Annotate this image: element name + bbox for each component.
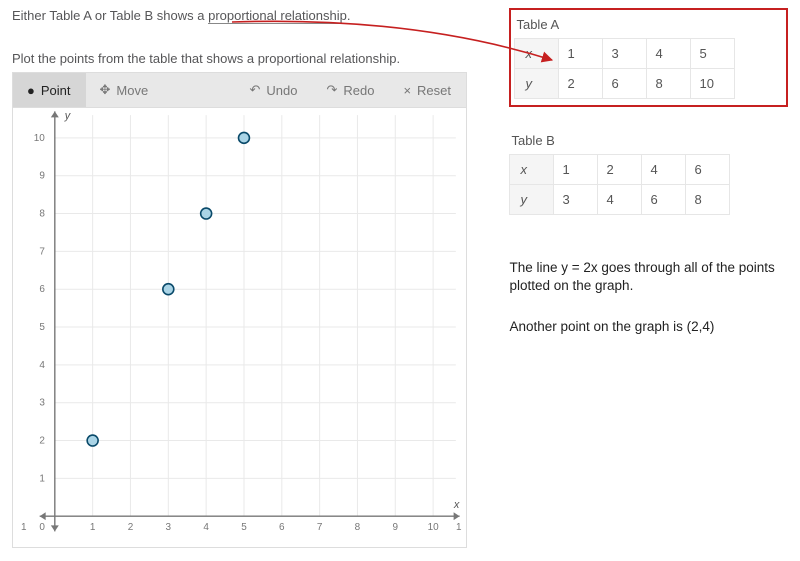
explanation-2: Another point on the graph is (2,4) bbox=[509, 319, 788, 334]
table-row: x 1 3 4 5 bbox=[515, 39, 735, 69]
q1-text-b: . bbox=[347, 8, 351, 23]
table-a-box: Table A x 1 3 4 5 y 2 6 8 10 bbox=[509, 8, 788, 107]
svg-text:3: 3 bbox=[39, 398, 45, 409]
redo-button[interactable]: ↷ Redo bbox=[312, 73, 389, 107]
svg-text:7: 7 bbox=[39, 246, 45, 257]
svg-text:7: 7 bbox=[317, 522, 323, 533]
svg-text:1: 1 bbox=[456, 522, 462, 533]
svg-text:0: 0 bbox=[39, 522, 45, 533]
table-b-y2: 6 bbox=[642, 185, 686, 215]
redo-icon: ↷ bbox=[326, 82, 337, 98]
plot-toolbar: ● Point ✥ Move ↶ Undo ↷ Redo × Reset bbox=[12, 72, 467, 108]
svg-text:10: 10 bbox=[34, 133, 46, 144]
reset-label: Reset bbox=[417, 83, 451, 98]
svg-text:x: x bbox=[453, 499, 460, 511]
svg-text:8: 8 bbox=[355, 522, 361, 533]
table-b-y-label: y bbox=[510, 185, 554, 215]
svg-text:y: y bbox=[64, 110, 72, 122]
svg-text:2: 2 bbox=[39, 436, 45, 447]
undo-button[interactable]: ↶ Undo bbox=[235, 73, 312, 107]
table-row: y 2 6 8 10 bbox=[515, 69, 735, 99]
table-b-title: Table B bbox=[511, 133, 788, 148]
table-row: y 3 4 6 8 bbox=[510, 185, 730, 215]
table-a-y1: 6 bbox=[603, 69, 647, 99]
svg-text:6: 6 bbox=[39, 284, 45, 295]
explanation-1: The line y = 2x goes through all of the … bbox=[509, 259, 788, 295]
table-row: x 1 2 4 6 bbox=[510, 155, 730, 185]
q1-underline: proportional relationship bbox=[208, 8, 347, 24]
svg-text:1: 1 bbox=[39, 473, 45, 484]
svg-text:10: 10 bbox=[428, 522, 440, 533]
table-a-y2: 8 bbox=[647, 69, 691, 99]
table-b-box: Table B x 1 2 4 6 y 3 4 6 8 bbox=[509, 133, 788, 215]
svg-text:2: 2 bbox=[128, 522, 134, 533]
svg-text:8: 8 bbox=[39, 209, 45, 220]
point-label: Point bbox=[41, 83, 71, 98]
table-b-x2: 4 bbox=[642, 155, 686, 185]
svg-text:9: 9 bbox=[393, 522, 399, 533]
table-b-x-label: x bbox=[510, 155, 554, 185]
svg-text:4: 4 bbox=[203, 522, 209, 533]
undo-icon: ↶ bbox=[249, 82, 260, 98]
table-b-x0: 1 bbox=[554, 155, 598, 185]
reset-button[interactable]: × Reset bbox=[389, 73, 466, 107]
move-label: Move bbox=[116, 83, 148, 98]
point-icon: ● bbox=[27, 83, 35, 98]
table-a: x 1 3 4 5 y 2 6 8 10 bbox=[514, 38, 735, 99]
table-b-y1: 4 bbox=[598, 185, 642, 215]
table-a-y0: 2 bbox=[559, 69, 603, 99]
table-b: x 1 2 4 6 y 3 4 6 8 bbox=[509, 154, 730, 215]
question-line-2: Plot the points from the table that show… bbox=[12, 51, 489, 66]
table-a-title: Table A bbox=[516, 17, 783, 32]
svg-text:1: 1 bbox=[90, 522, 96, 533]
svg-text:3: 3 bbox=[166, 522, 172, 533]
table-a-x-label: x bbox=[515, 39, 559, 69]
table-a-x3: 5 bbox=[691, 39, 735, 69]
question-line-1: Either Table A or Table B shows a propor… bbox=[12, 8, 489, 23]
table-b-y3: 8 bbox=[686, 185, 730, 215]
table-a-x1: 3 bbox=[603, 39, 647, 69]
redo-label: Redo bbox=[343, 83, 374, 98]
table-a-x2: 4 bbox=[647, 39, 691, 69]
point-button[interactable]: ● Point bbox=[13, 73, 86, 107]
svg-text:4: 4 bbox=[39, 360, 45, 371]
table-a-y-label: y bbox=[515, 69, 559, 99]
move-button[interactable]: ✥ Move bbox=[86, 73, 164, 107]
chart-svg: 1 2 3 4 5 6 7 8 9 10 1 2 3 4 5 6 7 8 9 10 0 1 1 y x bbox=[13, 108, 466, 546]
table-b-x3: 6 bbox=[686, 155, 730, 185]
table-b-y0: 3 bbox=[554, 185, 598, 215]
svg-text:9: 9 bbox=[39, 171, 45, 182]
table-b-x1: 2 bbox=[598, 155, 642, 185]
table-a-y3: 10 bbox=[691, 69, 735, 99]
table-a-x0: 1 bbox=[559, 39, 603, 69]
svg-text:5: 5 bbox=[39, 322, 45, 333]
svg-text:5: 5 bbox=[241, 522, 247, 533]
undo-label: Undo bbox=[266, 83, 297, 98]
q1-text-a: Either Table A or Table B shows a bbox=[12, 8, 208, 23]
svg-text:1: 1 bbox=[21, 522, 27, 533]
reset-icon: × bbox=[403, 83, 411, 98]
chart[interactable]: 1 2 3 4 5 6 7 8 9 10 1 2 3 4 5 6 7 8 9 10 0 1 1 y x bbox=[12, 108, 467, 548]
svg-text:6: 6 bbox=[279, 522, 285, 533]
move-icon: ✥ bbox=[100, 82, 111, 98]
